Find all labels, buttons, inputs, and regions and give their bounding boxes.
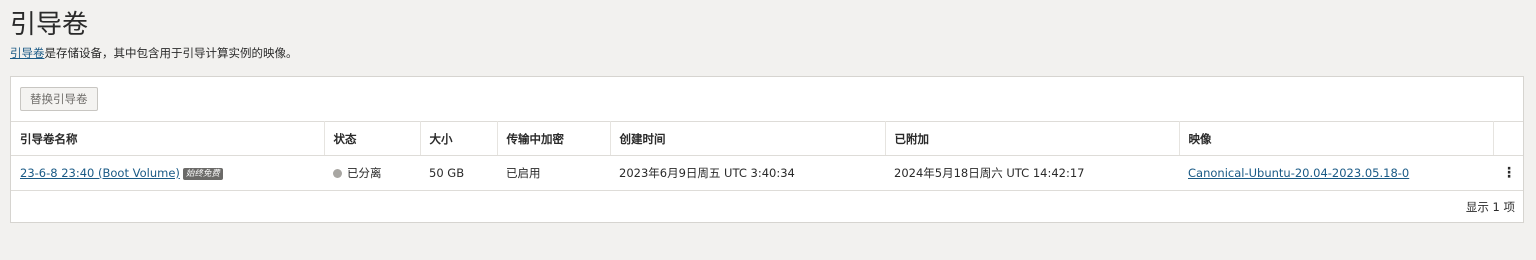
column-header-encryption[interactable]: 传输中加密 bbox=[497, 121, 611, 156]
row-count: 显示 1 项 bbox=[1465, 200, 1515, 214]
boot-volume-table: 引导卷名称 状态 大小 传输中加密 创建时间 已附加 映像 23-6-8 23:… bbox=[11, 121, 1523, 191]
cell-attached: 2024年5月18日周六 UTC 14:42:17 bbox=[885, 155, 1179, 191]
page-description-text: 是存储设备，其中包含用于引导计算实例的映像。 bbox=[44, 46, 298, 60]
table-toolbar: 替换引导卷 bbox=[20, 87, 98, 111]
image-link[interactable]: Canonical-Ubuntu-20.04-2023.05.18-0 bbox=[1188, 166, 1409, 180]
always-free-badge: 始终免费 bbox=[182, 168, 223, 180]
boot-volume-help-link[interactable]: 引导卷 bbox=[10, 46, 45, 60]
cell-encryption: 已启用 bbox=[497, 155, 610, 191]
boot-volume-panel: 替换引导卷 引导卷名称 状态 大小 传输中加密 创建时间 已附加 映像 23-6… bbox=[10, 76, 1524, 223]
replace-boot-volume-button[interactable]: 替换引导卷 bbox=[20, 87, 98, 111]
cell-name: 23-6-8 23:40 (Boot Volume) 始终免费 bbox=[11, 155, 324, 191]
column-header-attached[interactable]: 已附加 bbox=[885, 121, 1180, 156]
cell-image: Canonical-Ubuntu-20.04-2023.05.18-0 bbox=[1179, 155, 1493, 191]
row-actions-icon[interactable]: ⋮ bbox=[1493, 155, 1523, 191]
cell-size: 50 GB bbox=[420, 155, 497, 191]
column-header-image[interactable]: 映像 bbox=[1179, 121, 1494, 156]
status-dot-icon bbox=[333, 169, 342, 178]
page-description: 引导卷是存储设备，其中包含用于引导计算实例的映像。 bbox=[10, 45, 298, 61]
cell-status: 已分离 bbox=[324, 155, 420, 191]
column-header-name[interactable]: 引导卷名称 bbox=[11, 121, 325, 156]
table-header-row: 引导卷名称 状态 大小 传输中加密 创建时间 已附加 映像 bbox=[11, 121, 1523, 156]
column-header-size[interactable]: 大小 bbox=[420, 121, 498, 156]
cell-created: 2023年6月9日周五 UTC 3:40:34 bbox=[610, 155, 885, 191]
page-title: 引导卷 bbox=[10, 10, 89, 40]
boot-volume-name-link[interactable]: 23-6-8 23:40 (Boot Volume) bbox=[20, 166, 180, 180]
table-row: 23-6-8 23:40 (Boot Volume) 始终免费 已分离 50 GB… bbox=[11, 155, 1523, 191]
status-text: 已分离 bbox=[347, 166, 382, 180]
column-header-actions bbox=[1493, 121, 1523, 156]
column-header-status[interactable]: 状态 bbox=[324, 121, 421, 156]
column-header-created[interactable]: 创建时间 bbox=[610, 121, 886, 156]
